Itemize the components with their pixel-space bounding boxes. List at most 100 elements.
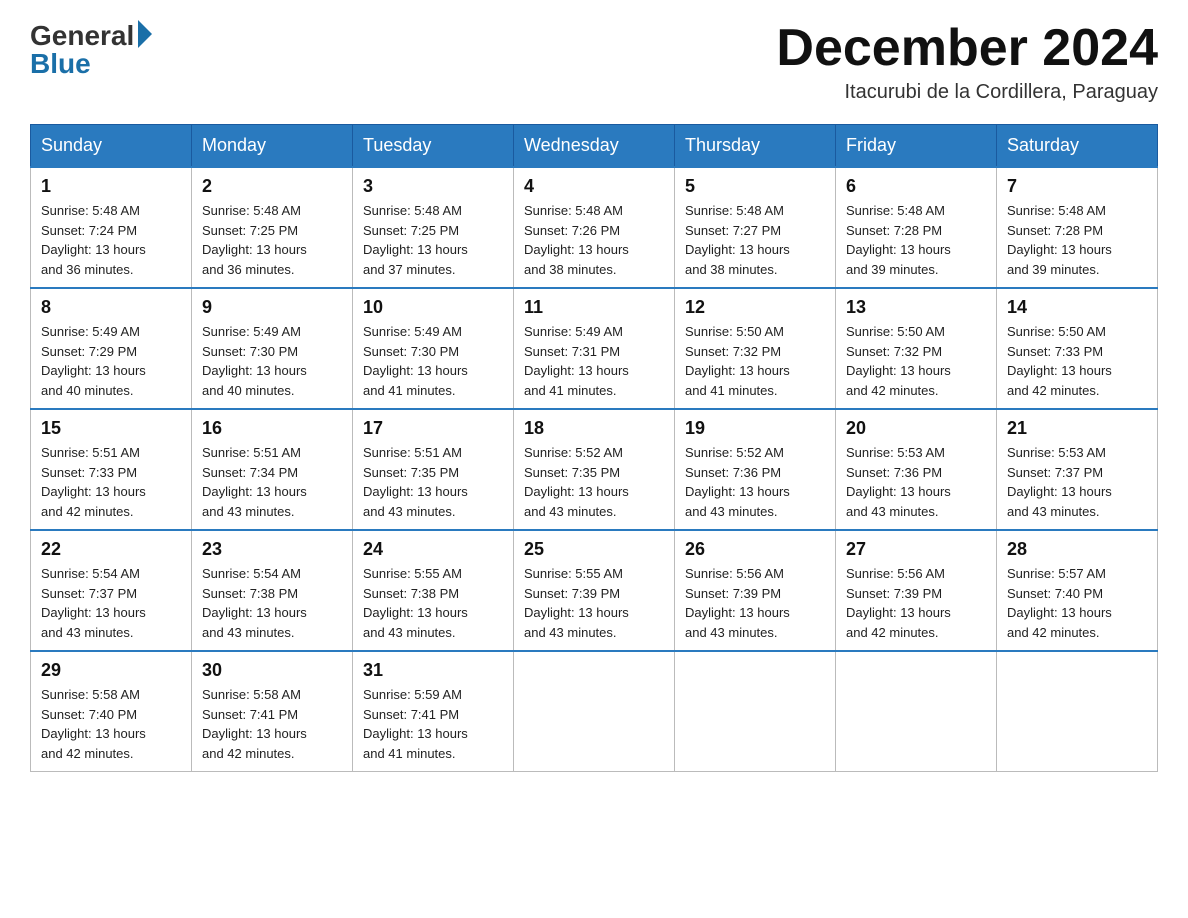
day-info: Sunrise: 5:49 AM Sunset: 7:30 PM Dayligh… (363, 322, 503, 400)
day-number: 7 (1007, 176, 1147, 197)
day-info: Sunrise: 5:59 AM Sunset: 7:41 PM Dayligh… (363, 685, 503, 763)
day-number: 20 (846, 418, 986, 439)
day-info: Sunrise: 5:48 AM Sunset: 7:25 PM Dayligh… (202, 201, 342, 279)
calendar-cell: 10 Sunrise: 5:49 AM Sunset: 7:30 PM Dayl… (353, 288, 514, 409)
day-info: Sunrise: 5:53 AM Sunset: 7:37 PM Dayligh… (1007, 443, 1147, 521)
col-header-friday: Friday (836, 125, 997, 168)
day-info: Sunrise: 5:49 AM Sunset: 7:29 PM Dayligh… (41, 322, 181, 400)
day-number: 18 (524, 418, 664, 439)
day-number: 14 (1007, 297, 1147, 318)
day-info: Sunrise: 5:58 AM Sunset: 7:41 PM Dayligh… (202, 685, 342, 763)
calendar-cell (514, 651, 675, 772)
day-info: Sunrise: 5:55 AM Sunset: 7:38 PM Dayligh… (363, 564, 503, 642)
calendar-cell: 4 Sunrise: 5:48 AM Sunset: 7:26 PM Dayli… (514, 167, 675, 288)
day-info: Sunrise: 5:57 AM Sunset: 7:40 PM Dayligh… (1007, 564, 1147, 642)
month-title: December 2024 (776, 20, 1158, 77)
calendar-cell (836, 651, 997, 772)
day-info: Sunrise: 5:48 AM Sunset: 7:24 PM Dayligh… (41, 201, 181, 279)
calendar-cell: 8 Sunrise: 5:49 AM Sunset: 7:29 PM Dayli… (31, 288, 192, 409)
calendar-cell: 9 Sunrise: 5:49 AM Sunset: 7:30 PM Dayli… (192, 288, 353, 409)
day-info: Sunrise: 5:48 AM Sunset: 7:27 PM Dayligh… (685, 201, 825, 279)
day-number: 8 (41, 297, 181, 318)
day-number: 21 (1007, 418, 1147, 439)
day-number: 28 (1007, 539, 1147, 560)
day-number: 17 (363, 418, 503, 439)
calendar-cell: 20 Sunrise: 5:53 AM Sunset: 7:36 PM Dayl… (836, 409, 997, 530)
day-info: Sunrise: 5:50 AM Sunset: 7:32 PM Dayligh… (685, 322, 825, 400)
day-number: 4 (524, 176, 664, 197)
day-number: 5 (685, 176, 825, 197)
day-number: 25 (524, 539, 664, 560)
week-row-2: 8 Sunrise: 5:49 AM Sunset: 7:29 PM Dayli… (31, 288, 1158, 409)
title-section: December 2024 Itacurubi de la Cordillera… (776, 20, 1158, 104)
calendar-table: SundayMondayTuesdayWednesdayThursdayFrid… (30, 124, 1158, 772)
day-number: 30 (202, 660, 342, 681)
day-info: Sunrise: 5:51 AM Sunset: 7:33 PM Dayligh… (41, 443, 181, 521)
day-number: 19 (685, 418, 825, 439)
calendar-cell: 13 Sunrise: 5:50 AM Sunset: 7:32 PM Dayl… (836, 288, 997, 409)
day-info: Sunrise: 5:48 AM Sunset: 7:28 PM Dayligh… (1007, 201, 1147, 279)
calendar-cell: 3 Sunrise: 5:48 AM Sunset: 7:25 PM Dayli… (353, 167, 514, 288)
day-number: 3 (363, 176, 503, 197)
location-text: Itacurubi de la Cordillera, Paraguay (776, 81, 1158, 104)
calendar-cell: 19 Sunrise: 5:52 AM Sunset: 7:36 PM Dayl… (675, 409, 836, 530)
col-header-sunday: Sunday (31, 125, 192, 168)
calendar-cell (997, 651, 1158, 772)
calendar-cell: 26 Sunrise: 5:56 AM Sunset: 7:39 PM Dayl… (675, 530, 836, 651)
day-info: Sunrise: 5:48 AM Sunset: 7:26 PM Dayligh… (524, 201, 664, 279)
day-number: 10 (363, 297, 503, 318)
day-number: 6 (846, 176, 986, 197)
calendar-header-row: SundayMondayTuesdayWednesdayThursdayFrid… (31, 125, 1158, 168)
day-number: 1 (41, 176, 181, 197)
day-info: Sunrise: 5:50 AM Sunset: 7:32 PM Dayligh… (846, 322, 986, 400)
day-number: 26 (685, 539, 825, 560)
day-number: 29 (41, 660, 181, 681)
calendar-cell: 11 Sunrise: 5:49 AM Sunset: 7:31 PM Dayl… (514, 288, 675, 409)
calendar-cell: 16 Sunrise: 5:51 AM Sunset: 7:34 PM Dayl… (192, 409, 353, 530)
day-info: Sunrise: 5:51 AM Sunset: 7:35 PM Dayligh… (363, 443, 503, 521)
calendar-cell: 24 Sunrise: 5:55 AM Sunset: 7:38 PM Dayl… (353, 530, 514, 651)
week-row-3: 15 Sunrise: 5:51 AM Sunset: 7:33 PM Dayl… (31, 409, 1158, 530)
day-info: Sunrise: 5:48 AM Sunset: 7:25 PM Dayligh… (363, 201, 503, 279)
day-info: Sunrise: 5:52 AM Sunset: 7:36 PM Dayligh… (685, 443, 825, 521)
day-info: Sunrise: 5:56 AM Sunset: 7:39 PM Dayligh… (685, 564, 825, 642)
col-header-wednesday: Wednesday (514, 125, 675, 168)
calendar-cell: 28 Sunrise: 5:57 AM Sunset: 7:40 PM Dayl… (997, 530, 1158, 651)
day-number: 27 (846, 539, 986, 560)
calendar-cell: 30 Sunrise: 5:58 AM Sunset: 7:41 PM Dayl… (192, 651, 353, 772)
day-info: Sunrise: 5:55 AM Sunset: 7:39 PM Dayligh… (524, 564, 664, 642)
day-info: Sunrise: 5:52 AM Sunset: 7:35 PM Dayligh… (524, 443, 664, 521)
calendar-cell: 25 Sunrise: 5:55 AM Sunset: 7:39 PM Dayl… (514, 530, 675, 651)
col-header-monday: Monday (192, 125, 353, 168)
day-number: 2 (202, 176, 342, 197)
calendar-cell: 22 Sunrise: 5:54 AM Sunset: 7:37 PM Dayl… (31, 530, 192, 651)
day-number: 13 (846, 297, 986, 318)
day-number: 23 (202, 539, 342, 560)
day-info: Sunrise: 5:54 AM Sunset: 7:38 PM Dayligh… (202, 564, 342, 642)
day-number: 11 (524, 297, 664, 318)
day-number: 31 (363, 660, 503, 681)
col-header-tuesday: Tuesday (353, 125, 514, 168)
day-info: Sunrise: 5:53 AM Sunset: 7:36 PM Dayligh… (846, 443, 986, 521)
calendar-cell: 31 Sunrise: 5:59 AM Sunset: 7:41 PM Dayl… (353, 651, 514, 772)
calendar-cell: 7 Sunrise: 5:48 AM Sunset: 7:28 PM Dayli… (997, 167, 1158, 288)
day-number: 15 (41, 418, 181, 439)
day-info: Sunrise: 5:49 AM Sunset: 7:30 PM Dayligh… (202, 322, 342, 400)
week-row-1: 1 Sunrise: 5:48 AM Sunset: 7:24 PM Dayli… (31, 167, 1158, 288)
calendar-cell: 1 Sunrise: 5:48 AM Sunset: 7:24 PM Dayli… (31, 167, 192, 288)
day-number: 9 (202, 297, 342, 318)
page-header: General Blue December 2024 Itacurubi de … (30, 20, 1158, 104)
day-info: Sunrise: 5:51 AM Sunset: 7:34 PM Dayligh… (202, 443, 342, 521)
calendar-cell: 27 Sunrise: 5:56 AM Sunset: 7:39 PM Dayl… (836, 530, 997, 651)
col-header-thursday: Thursday (675, 125, 836, 168)
calendar-cell: 21 Sunrise: 5:53 AM Sunset: 7:37 PM Dayl… (997, 409, 1158, 530)
day-number: 24 (363, 539, 503, 560)
calendar-cell: 17 Sunrise: 5:51 AM Sunset: 7:35 PM Dayl… (353, 409, 514, 530)
calendar-cell: 6 Sunrise: 5:48 AM Sunset: 7:28 PM Dayli… (836, 167, 997, 288)
day-number: 22 (41, 539, 181, 560)
day-info: Sunrise: 5:56 AM Sunset: 7:39 PM Dayligh… (846, 564, 986, 642)
day-number: 16 (202, 418, 342, 439)
calendar-cell: 12 Sunrise: 5:50 AM Sunset: 7:32 PM Dayl… (675, 288, 836, 409)
day-number: 12 (685, 297, 825, 318)
calendar-cell: 2 Sunrise: 5:48 AM Sunset: 7:25 PM Dayli… (192, 167, 353, 288)
